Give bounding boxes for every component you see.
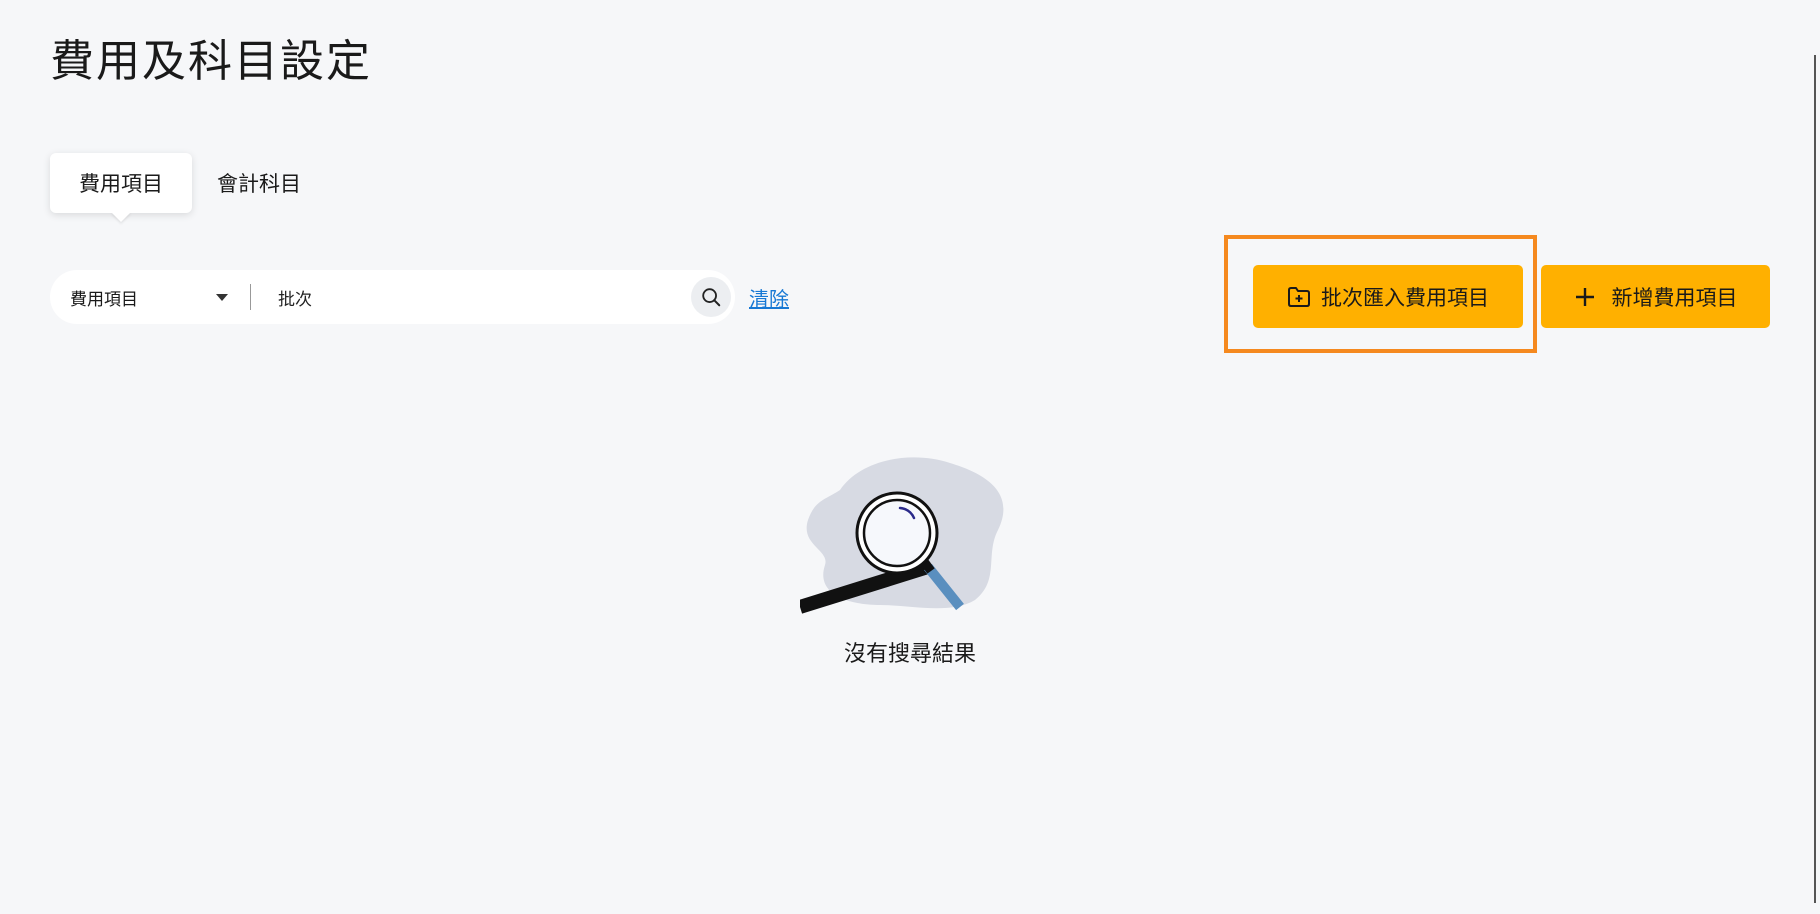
add-expense-item-label: 新增費用項目	[1611, 285, 1738, 310]
search-input[interactable]	[276, 269, 691, 325]
tab-bar: 費用項目 會計科目	[50, 153, 301, 213]
tab-accounting-subjects[interactable]: 會計科目	[217, 153, 301, 213]
search-field-selected-value: 費用項目	[70, 289, 138, 310]
search-divider	[250, 284, 251, 310]
batch-import-label: 批次匯入費用項目	[1321, 285, 1489, 310]
scrollbar[interactable]	[1814, 55, 1816, 903]
search-field-select[interactable]: 費用項目	[50, 270, 250, 324]
add-expense-item-button[interactable]: 新增費用項目	[1541, 265, 1770, 328]
magnifier-illustration	[797, 455, 1015, 624]
tab-expense-items[interactable]: 費用項目	[50, 153, 192, 213]
empty-state-message: 沒有搜尋結果	[843, 642, 976, 667]
batch-import-button[interactable]: 批次匯入費用項目	[1253, 265, 1523, 328]
plus-icon	[1574, 286, 1596, 308]
search-icon	[702, 288, 721, 307]
page-title: 費用及科目設定	[50, 36, 372, 87]
caret-down-icon	[216, 293, 228, 301]
search-bar: 費用項目	[50, 269, 735, 325]
clear-search-link[interactable]: 清除	[749, 283, 789, 312]
search-button[interactable]	[691, 277, 731, 317]
folder-plus-icon	[1287, 286, 1311, 308]
